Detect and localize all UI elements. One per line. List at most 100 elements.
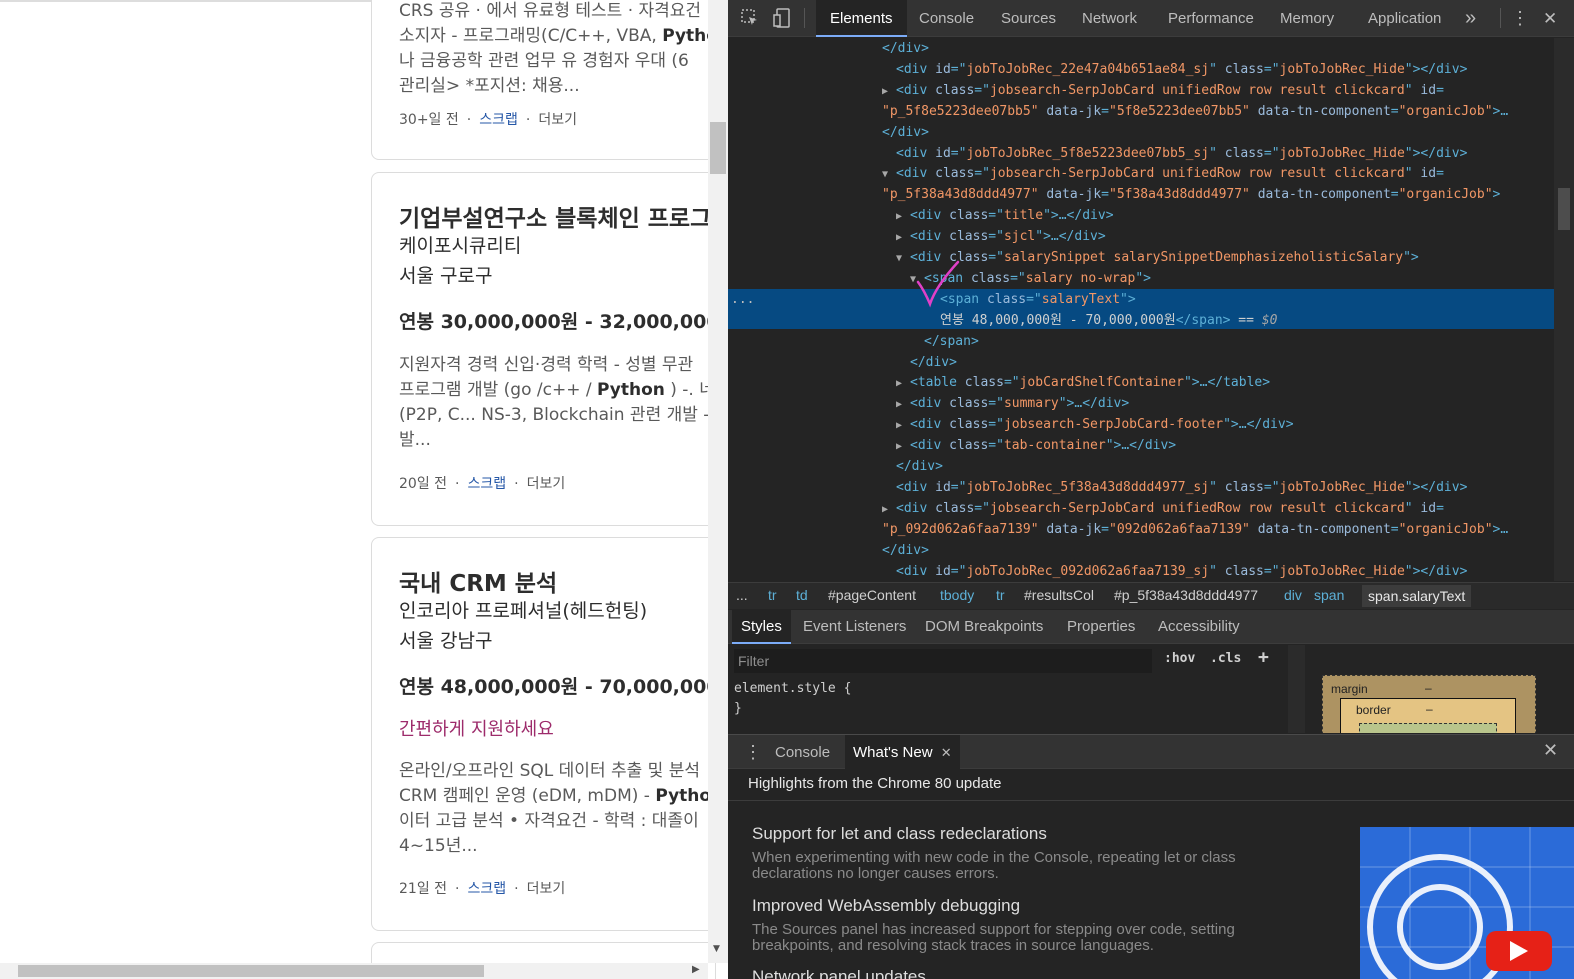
breadcrumb-item[interactable]: td bbox=[796, 587, 808, 603]
more-link[interactable]: 더보기 bbox=[527, 881, 566, 897]
dom-node-line[interactable]: ▶ <div class="summary">…</div> bbox=[896, 393, 1129, 414]
box-model-margin[interactable]: margin – border – bbox=[1322, 675, 1536, 733]
breadcrumb-item[interactable]: tr bbox=[996, 587, 1005, 603]
tab-accessibility[interactable]: Accessibility bbox=[1158, 610, 1240, 644]
breadcrumb-item[interactable]: span bbox=[1314, 587, 1344, 603]
devtools-close-icon[interactable]: ✕ bbox=[1543, 0, 1557, 37]
tab-dom-breakpoints[interactable]: DOM Breakpoints bbox=[925, 610, 1043, 644]
filter-input[interactable]: Filter bbox=[734, 649, 1152, 673]
node-ellipsis-icon[interactable]: ... bbox=[731, 289, 754, 310]
whats-new-item-title[interactable]: Support for let and class redeclarations bbox=[752, 824, 1047, 844]
scroll-right-arrow-icon[interactable]: ▶ bbox=[692, 964, 700, 975]
margin-value[interactable]: – bbox=[1425, 681, 1432, 695]
devtools-menu-icon[interactable]: ⋮ bbox=[1511, 0, 1529, 37]
job-title[interactable]: 국내 CRM 분석 bbox=[399, 564, 557, 598]
dom-node-line[interactable]: "p_5f8e5223dee07bb5" data-jk="5f8e5223de… bbox=[882, 101, 1508, 122]
scrollbar-thumb[interactable] bbox=[710, 122, 726, 174]
tab-performance[interactable]: Performance bbox=[1168, 0, 1254, 37]
breadcrumb-item[interactable]: span.salaryText bbox=[1362, 585, 1472, 607]
dom-node-line[interactable]: <div id="jobToJobRec_5f38a43d8ddd4977_sj… bbox=[896, 477, 1467, 498]
collapse-triangle-icon[interactable]: ▶ bbox=[882, 499, 896, 520]
more-link[interactable]: 더보기 bbox=[527, 476, 566, 492]
dom-node-line[interactable]: 연봉 48,000,000원 - 70,000,000원</span> == $… bbox=[940, 310, 1277, 331]
dom-node-line[interactable]: <div id="jobToJobRec_22e47a04b651ae84_sj… bbox=[896, 59, 1467, 80]
job-card[interactable]: 국내 CRM 분석 인코리아 프로페셔널(헤드헌팅) 서울 강남구 연봉 48,… bbox=[371, 537, 716, 931]
dom-node-line[interactable]: "p_092d062a6faa7139" data-jk="092d062a6f… bbox=[882, 519, 1508, 540]
new-style-rule-icon[interactable]: + bbox=[1258, 647, 1269, 668]
dom-node-line[interactable]: </div> bbox=[910, 352, 957, 373]
more-link[interactable]: 더보기 bbox=[538, 112, 577, 128]
tab-network[interactable]: Network bbox=[1082, 0, 1137, 37]
box-model-border[interactable]: border – bbox=[1340, 698, 1516, 733]
collapse-triangle-icon[interactable]: ▶ bbox=[896, 415, 910, 436]
job-card[interactable]: 기업부설연구소 블록체인 프로그래머 케이포시큐리티 서울 구로구 연봉 30,… bbox=[371, 172, 716, 526]
dom-node-line[interactable]: "p_5f38a43d8ddd4977" data-jk="5f38a43d8d… bbox=[882, 184, 1500, 205]
class-toggle[interactable]: .cls bbox=[1210, 651, 1241, 666]
dom-node-line[interactable]: ▶ <table class="jobCardShelfContainer">…<… bbox=[896, 372, 1270, 393]
box-model-padding[interactable] bbox=[1359, 723, 1497, 733]
vertical-scrollbar[interactable]: ▼ bbox=[708, 0, 728, 963]
drawer-close-icon[interactable]: ✕ bbox=[1543, 740, 1558, 761]
tab-properties[interactable]: Properties bbox=[1067, 610, 1135, 644]
job-title[interactable]: 기업부설연구소 블록체인 프로그래머 bbox=[399, 199, 715, 233]
dom-node-line[interactable]: ▶ <div class="tab-container">…</div> bbox=[896, 435, 1176, 456]
tab-event-listeners[interactable]: Event Listeners bbox=[803, 610, 906, 644]
scrap-link[interactable]: 스크랩 bbox=[479, 112, 518, 128]
dom-node-line[interactable]: </div> bbox=[882, 122, 929, 143]
drawer-tab-close-icon[interactable]: ✕ bbox=[941, 745, 952, 760]
more-tabs-icon[interactable]: » bbox=[1465, 0, 1476, 37]
styles-divider[interactable] bbox=[1288, 645, 1305, 733]
dom-node-line[interactable]: <span class="salaryText"> bbox=[940, 289, 1136, 310]
drawer-tab-console[interactable]: Console bbox=[775, 735, 830, 770]
scroll-down-arrow-icon[interactable]: ▼ bbox=[713, 944, 720, 954]
breadcrumb-item[interactable]: #resultsCol bbox=[1024, 587, 1094, 603]
collapse-triangle-icon[interactable]: ▶ bbox=[896, 436, 910, 457]
dom-node-line[interactable]: <div id="jobToJobRec_092d062a6faa7139_sj… bbox=[896, 561, 1467, 582]
company-name[interactable]: 케이포시큐리티 bbox=[399, 231, 521, 258]
dom-scrollbar[interactable] bbox=[1554, 38, 1574, 581]
breadcrumb-item[interactable]: #p_5f38a43d8ddd4977 bbox=[1114, 587, 1258, 603]
breadcrumb-item[interactable]: #pageContent bbox=[828, 587, 916, 603]
collapse-triangle-icon[interactable]: ▶ bbox=[896, 206, 910, 227]
tab-styles[interactable]: Styles bbox=[732, 610, 791, 644]
expand-triangle-icon[interactable]: ▼ bbox=[882, 164, 896, 185]
collapse-triangle-icon[interactable]: ▶ bbox=[896, 227, 910, 248]
horizontal-scrollbar[interactable]: ▶ bbox=[0, 963, 708, 979]
dom-node-line[interactable]: ▶ <div class="jobsearch-SerpJobCard unifi… bbox=[882, 498, 1444, 519]
dom-node-line[interactable]: ▶ <div class="sjcl">…</div> bbox=[896, 226, 1106, 247]
scrollbar-thumb[interactable] bbox=[1558, 188, 1570, 230]
collapse-triangle-icon[interactable]: ▶ bbox=[896, 373, 910, 394]
breadcrumb-item[interactable]: div bbox=[1284, 587, 1302, 603]
youtube-play-icon[interactable] bbox=[1486, 931, 1552, 971]
dom-node-line[interactable]: ▶ <div class="jobsearch-SerpJobCard-foote… bbox=[896, 414, 1294, 435]
whats-new-item-title[interactable]: Improved WebAssembly debugging bbox=[752, 896, 1020, 916]
scrap-link[interactable]: 스크랩 bbox=[467, 476, 506, 492]
whats-new-item-title[interactable]: Network panel updates bbox=[752, 967, 926, 979]
device-toolbar-icon[interactable] bbox=[772, 8, 792, 28]
dom-tree[interactable]: ... </div> <div id="jobToJobRec_22e47a04b… bbox=[728, 38, 1558, 581]
inspect-element-icon[interactable] bbox=[740, 8, 760, 28]
breadcrumb-item[interactable]: tr bbox=[768, 587, 777, 603]
drawer-menu-icon[interactable]: ⋮ bbox=[744, 735, 762, 770]
collapse-triangle-icon[interactable]: ▶ bbox=[882, 81, 896, 102]
scrollbar-thumb[interactable] bbox=[18, 965, 484, 977]
breadcrumb-item[interactable]: ... bbox=[736, 587, 748, 603]
element-style-open[interactable]: element.style { bbox=[734, 681, 851, 696]
tab-sources[interactable]: Sources bbox=[1001, 0, 1056, 37]
collapse-triangle-icon[interactable]: ▶ bbox=[896, 394, 910, 415]
drawer-tab-whats-new[interactable]: What's New ✕ bbox=[845, 735, 960, 770]
breadcrumb-item[interactable]: tbody bbox=[940, 587, 974, 603]
scrap-link[interactable]: 스크랩 bbox=[467, 881, 506, 897]
dom-node-line[interactable]: ▼ <div class="salarySnippet salarySnippet… bbox=[896, 247, 1419, 268]
expand-triangle-icon[interactable]: ▼ bbox=[896, 248, 910, 269]
dom-node-line[interactable]: </div> bbox=[896, 456, 943, 477]
dom-node-line[interactable]: </div> bbox=[882, 540, 929, 561]
job-card[interactable]: CRS 공유 · 에서 유료형 테스트 · 자격요건 소지자 - 프로그래밍(C/… bbox=[371, 0, 716, 160]
dom-node-line[interactable]: ▶ <div class="jobsearch-SerpJobCard unifi… bbox=[882, 80, 1444, 101]
tab-application[interactable]: Application bbox=[1368, 0, 1441, 37]
dom-node-line[interactable]: </div> bbox=[882, 38, 929, 59]
tab-elements[interactable]: Elements bbox=[816, 0, 907, 37]
tab-memory[interactable]: Memory bbox=[1280, 0, 1334, 37]
company-name[interactable]: 인코리아 프로페셔널(헤드헌팅) bbox=[399, 596, 647, 623]
border-value[interactable]: – bbox=[1426, 702, 1433, 716]
